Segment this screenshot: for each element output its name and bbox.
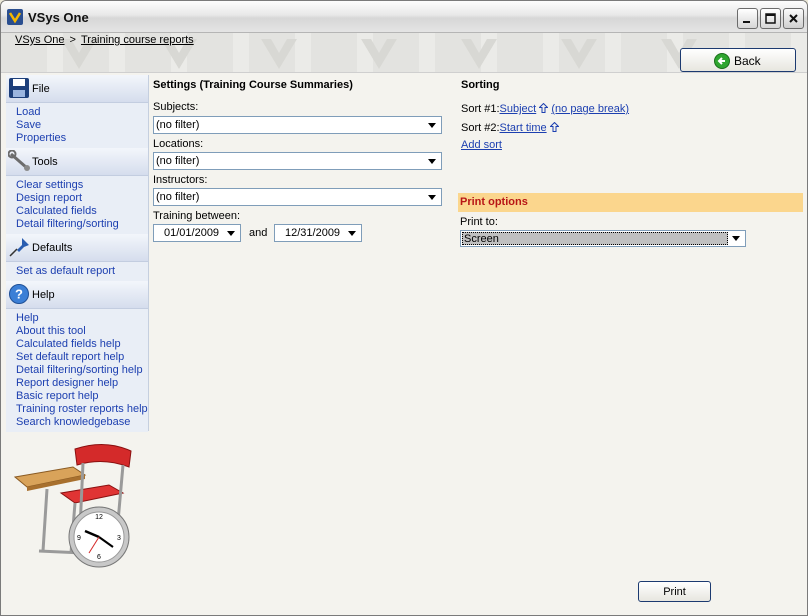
close-icon bbox=[789, 14, 798, 23]
chevron-down-icon bbox=[424, 190, 440, 204]
sidebar-item-calculated-fields[interactable]: Calculated fields bbox=[16, 205, 148, 218]
sidebar-item-detail-filtering[interactable]: Detail filtering/sorting bbox=[16, 218, 148, 231]
sidebar-section-file[interactable]: File bbox=[6, 75, 148, 103]
sidebar-section-defaults[interactable]: Defaults bbox=[6, 234, 148, 262]
print-options-header: Print options bbox=[458, 193, 803, 212]
sort-1-label: Sort #1: bbox=[461, 103, 500, 115]
instructors-value: (no filter) bbox=[156, 191, 200, 203]
print-to-selection: Screen bbox=[462, 232, 728, 245]
floppy-disk-icon bbox=[9, 78, 29, 98]
sidebar-file-links: Load Save Properties bbox=[6, 103, 148, 148]
print-to-value: Screen bbox=[464, 233, 499, 245]
print-button-label: Print bbox=[663, 586, 686, 598]
training-between-label: Training between: bbox=[153, 210, 241, 222]
sidebar-section-tools[interactable]: Tools bbox=[6, 148, 148, 176]
pushpin-icon bbox=[9, 238, 29, 257]
app-window: VSys One VSys One > Training course report… bbox=[0, 0, 808, 616]
sidebar-item-detail-filtering-help[interactable]: Detail filtering/sorting help bbox=[16, 364, 148, 377]
sidebar-tools-label: Tools bbox=[32, 156, 58, 168]
breadcrumb: VSys One > Training course reports bbox=[15, 34, 194, 46]
sidebar-item-calculated-fields-help[interactable]: Calculated fields help bbox=[16, 338, 148, 351]
subjects-value: (no filter) bbox=[156, 119, 200, 131]
sidebar-tools-links: Clear settings Design report Calculated … bbox=[6, 176, 148, 234]
sorting-title: Sorting bbox=[461, 79, 500, 91]
svg-text:?: ? bbox=[15, 287, 23, 302]
window-title: VSys One bbox=[28, 10, 89, 25]
chevron-down-icon bbox=[223, 226, 239, 240]
sidebar-defaults-label: Defaults bbox=[32, 242, 73, 254]
sidebar-item-help[interactable]: Help bbox=[16, 312, 148, 325]
settings-title: Settings (Training Course Summaries) bbox=[153, 79, 353, 91]
maximize-icon bbox=[765, 13, 776, 24]
training-to-date-picker[interactable]: 12/31/2009 bbox=[274, 224, 362, 242]
locations-value: (no filter) bbox=[156, 155, 200, 167]
locations-label: Locations: bbox=[153, 138, 204, 150]
sort-1-page-break-link[interactable]: (no page break) bbox=[551, 103, 629, 115]
sidebar-item-save[interactable]: Save bbox=[16, 119, 148, 132]
back-arrow-icon bbox=[714, 53, 730, 69]
sidebar-item-set-default-report-help[interactable]: Set default report help bbox=[16, 351, 148, 364]
sidebar-item-clear-settings[interactable]: Clear settings bbox=[16, 179, 148, 192]
sidebar-help-label: Help bbox=[32, 289, 55, 301]
training-from-date-picker[interactable]: 01/01/2009 bbox=[153, 224, 241, 242]
wrench-icon bbox=[8, 150, 30, 171]
sidebar-item-basic-report-help[interactable]: Basic report help bbox=[16, 390, 148, 403]
up-arrow-icon[interactable] bbox=[549, 122, 559, 132]
sort-1-row: Sort #1:Subject (no page break) bbox=[461, 103, 629, 115]
training-and-label: and bbox=[249, 227, 268, 239]
title-bar: VSys One bbox=[1, 1, 807, 33]
breadcrumb-current-link[interactable]: Training course reports bbox=[81, 34, 194, 46]
add-sort-link[interactable]: Add sort bbox=[461, 139, 502, 151]
subjects-dropdown[interactable]: (no filter) bbox=[153, 116, 442, 134]
sidebar: File Load Save Properties Tools Clear se… bbox=[6, 75, 149, 432]
training-to-value: 12/31/2009 bbox=[285, 227, 341, 239]
print-to-dropdown[interactable]: Screen bbox=[460, 230, 746, 247]
sidebar-item-about-this-tool[interactable]: About this tool bbox=[16, 325, 148, 338]
training-from-value: 01/01/2009 bbox=[164, 227, 220, 239]
desk-clock-illustration: 12 3 6 9 bbox=[13, 444, 132, 568]
sidebar-item-properties[interactable]: Properties bbox=[16, 132, 148, 145]
sidebar-item-set-default-report[interactable]: Set as default report bbox=[16, 265, 148, 278]
sidebar-item-design-report[interactable]: Design report bbox=[16, 192, 148, 205]
chevron-down-icon bbox=[728, 231, 744, 246]
subjects-label: Subjects: bbox=[153, 101, 199, 113]
sidebar-item-search-knowledgebase[interactable]: Search knowledgebase bbox=[16, 416, 148, 429]
sidebar-item-training-roster-help[interactable]: Training roster reports help bbox=[16, 403, 148, 416]
sidebar-help-links: Help About this tool Calculated fields h… bbox=[6, 309, 148, 432]
instructors-dropdown[interactable]: (no filter) bbox=[153, 188, 442, 206]
chevron-down-icon bbox=[344, 226, 360, 240]
help-icon: ? bbox=[9, 284, 29, 304]
maximize-button[interactable] bbox=[760, 8, 781, 29]
sort-1-field-link[interactable]: Subject bbox=[500, 103, 537, 115]
chevron-down-icon bbox=[424, 118, 440, 132]
breadcrumb-separator: > bbox=[69, 34, 76, 46]
svg-text:9: 9 bbox=[77, 535, 81, 542]
sidebar-section-help[interactable]: ? Help bbox=[6, 281, 148, 309]
sort-2-row: Sort #2:Start time bbox=[461, 122, 559, 134]
sort-2-field-link[interactable]: Start time bbox=[500, 122, 547, 134]
app-icon bbox=[7, 9, 23, 25]
close-button[interactable] bbox=[783, 8, 804, 29]
svg-text:3: 3 bbox=[117, 535, 121, 542]
back-button[interactable]: Back bbox=[680, 48, 796, 72]
print-button[interactable]: Print bbox=[638, 581, 711, 602]
chevron-down-icon bbox=[424, 154, 440, 168]
svg-text:6: 6 bbox=[97, 554, 101, 561]
print-options-title: Print options bbox=[460, 196, 528, 208]
breadcrumb-root-link[interactable]: VSys One bbox=[15, 34, 65, 46]
locations-dropdown[interactable]: (no filter) bbox=[153, 152, 442, 170]
sidebar-item-load[interactable]: Load bbox=[16, 106, 148, 119]
sort-2-label: Sort #2: bbox=[461, 122, 500, 134]
back-button-label: Back bbox=[734, 54, 761, 68]
svg-text:12: 12 bbox=[95, 514, 103, 521]
minimize-button[interactable] bbox=[737, 8, 758, 29]
minimize-icon bbox=[743, 21, 750, 23]
instructors-label: Instructors: bbox=[153, 174, 208, 186]
sidebar-item-report-designer-help[interactable]: Report designer help bbox=[16, 377, 148, 390]
up-arrow-icon[interactable] bbox=[539, 103, 549, 113]
sidebar-defaults-links: Set as default report bbox=[6, 262, 148, 281]
print-to-label: Print to: bbox=[460, 216, 498, 228]
sidebar-file-label: File bbox=[32, 83, 50, 95]
